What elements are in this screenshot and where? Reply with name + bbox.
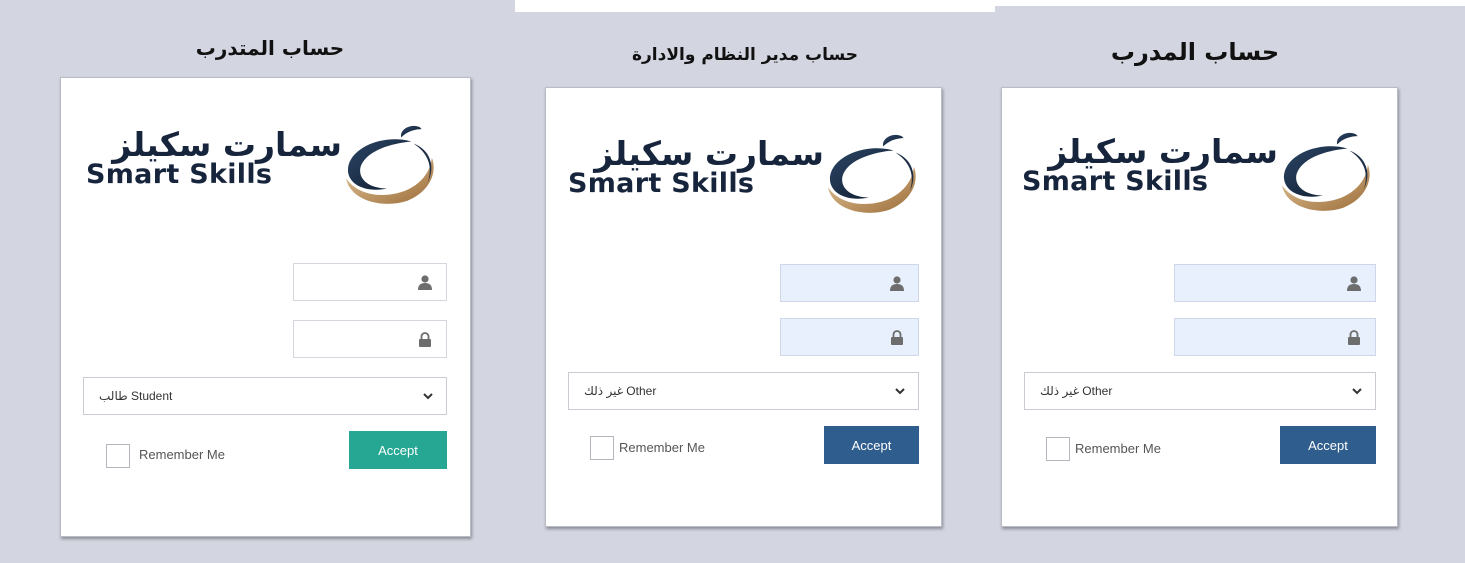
login-card-student: سمارت سكيلز Smart Skills طالب Student Re… <box>60 77 471 537</box>
logo-swoosh-icon <box>336 121 446 213</box>
remember-me-checkbox[interactable] <box>590 436 614 460</box>
smart-skills-logo: سمارت سكيلز Smart Skills <box>1022 128 1382 208</box>
role-select-value: غير ذلك Other <box>584 384 657 398</box>
role-select[interactable]: غير ذلك Other <box>568 372 919 410</box>
role-select-value: غير ذلك Other <box>1040 384 1113 398</box>
password-field[interactable] <box>293 320 447 358</box>
role-select-value: طالب Student <box>99 389 173 403</box>
panel-title-student: حساب المتدرب <box>195 36 345 60</box>
logo-english-text: Smart Skills <box>568 168 755 199</box>
remember-me-label: Remember Me <box>619 440 705 455</box>
password-field[interactable] <box>1174 318 1376 356</box>
logo-swoosh-icon <box>818 130 928 222</box>
login-card-admin: سمارت سكيلز Smart Skills غير ذلك Other R… <box>545 87 942 527</box>
lock-icon <box>890 330 904 345</box>
accept-button[interactable]: Accept <box>824 426 919 464</box>
role-select[interactable]: غير ذلك Other <box>1024 372 1376 410</box>
role-select[interactable]: طالب Student <box>83 377 447 415</box>
accept-button[interactable]: Accept <box>1280 426 1376 464</box>
user-icon <box>1347 276 1361 291</box>
username-field[interactable] <box>1174 264 1376 302</box>
chevron-down-icon <box>894 385 906 397</box>
username-field[interactable] <box>293 263 447 301</box>
password-field[interactable] <box>780 318 919 356</box>
user-icon <box>418 275 432 290</box>
login-card-trainer: سمارت سكيلز Smart Skills غير ذلك Other R… <box>1001 87 1398 527</box>
remember-me-label: Remember Me <box>139 447 225 462</box>
remember-me-label: Remember Me <box>1075 441 1161 456</box>
lock-icon <box>1347 330 1361 345</box>
chevron-down-icon <box>1351 385 1363 397</box>
username-field[interactable] <box>780 264 919 302</box>
smart-skills-logo: سمارت سكيلز Smart Skills <box>568 130 928 210</box>
remember-me-checkbox[interactable] <box>1046 437 1070 461</box>
panel-title-trainer: حساب المدرب <box>1110 38 1280 66</box>
lock-icon <box>418 332 432 347</box>
user-icon <box>890 276 904 291</box>
remember-me-checkbox[interactable] <box>106 444 130 468</box>
panel-title-admin: حساب مدير النظام والادارة <box>631 45 859 65</box>
accept-button[interactable]: Accept <box>349 431 447 469</box>
logo-english-text: Smart Skills <box>1022 166 1209 197</box>
logo-english-text: Smart Skills <box>86 159 273 190</box>
smart-skills-logo: سمارت سكيلز Smart Skills <box>86 121 446 201</box>
chevron-down-icon <box>422 390 434 402</box>
logo-swoosh-icon <box>1272 128 1382 220</box>
